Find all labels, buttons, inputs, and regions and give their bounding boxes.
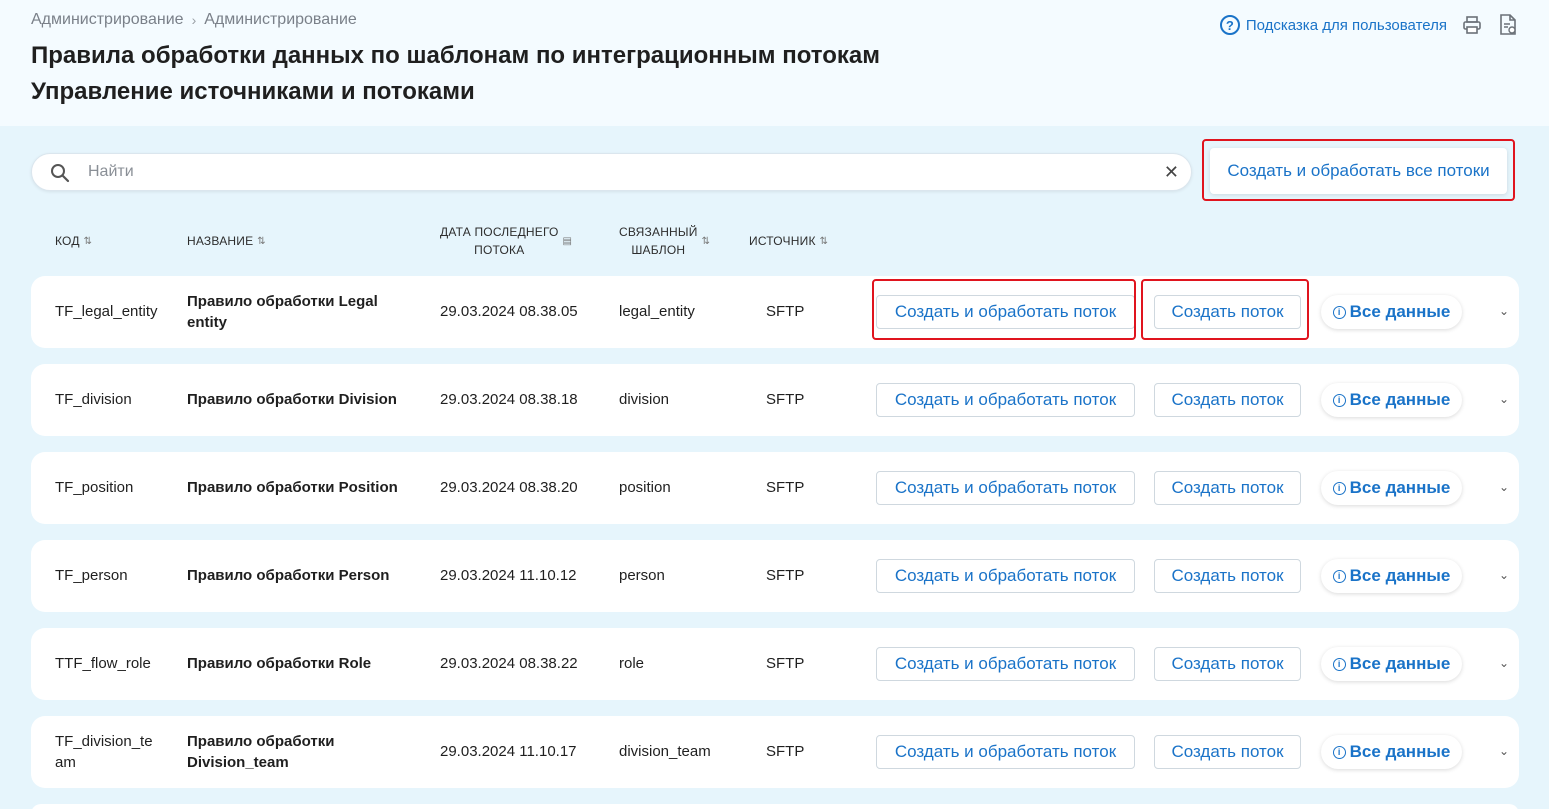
- info-icon: i: [1332, 305, 1346, 319]
- info-icon: i: [1332, 745, 1346, 759]
- cell-template: person: [619, 567, 665, 584]
- sort-icon: ⇅: [83, 235, 93, 247]
- cell-source: SFTP: [766, 567, 805, 584]
- info-icon: i: [1332, 393, 1346, 407]
- table-header: КОД ⇅ НАЗВАНИЕ ⇅ ДАТА ПОСЛЕДНЕГО ПОТОКА ▤ С…: [0, 218, 1549, 268]
- info-icon: i: [1332, 481, 1346, 495]
- cell-code: TF_position: [55, 479, 134, 496]
- cell-name: Правило обработки Division_team: [187, 733, 335, 771]
- all-data-button[interactable]: i Все данные: [1321, 735, 1462, 769]
- cell-name: Правило обработки Legal entity: [187, 293, 378, 331]
- help-icon: ?: [1219, 15, 1240, 35]
- help-label: Подсказка для пользователя: [1245, 16, 1447, 34]
- cell-name: Правило обработки Division: [187, 391, 397, 408]
- cell-name: Правило обработки Role: [187, 655, 372, 672]
- cell-template: division: [619, 391, 670, 408]
- print-icon[interactable]: [1461, 14, 1483, 36]
- cell-date: 29.03.2024 08.38.18: [440, 391, 578, 408]
- cell-template: legal_entity: [619, 303, 695, 320]
- cell-date: 29.03.2024 08.38.05: [440, 303, 578, 320]
- create-flow-button[interactable]: Создать поток: [1154, 735, 1301, 769]
- create-flow-button[interactable]: Создать поток: [1154, 647, 1301, 681]
- all-data-button[interactable]: i Все данные: [1321, 471, 1462, 505]
- chevron-down-icon[interactable]: ⌄: [1499, 656, 1509, 670]
- cell-source: SFTP: [766, 655, 805, 672]
- highlight-frame: [1141, 279, 1309, 340]
- sort-icon: ⇅: [819, 235, 829, 247]
- cell-code: TF_division: [55, 391, 132, 408]
- search-bar: ✕: [31, 153, 1192, 191]
- cell-source: SFTP: [766, 743, 805, 760]
- close-icon[interactable]: ✕: [1164, 162, 1179, 183]
- create-and-process-flow-button[interactable]: Создать и обработать поток: [876, 471, 1135, 505]
- all-data-button[interactable]: i Все данные: [1321, 559, 1462, 593]
- create-flow-button[interactable]: Создать поток: [1154, 383, 1301, 417]
- cell-template: division_team: [619, 743, 711, 760]
- table-row: TF_division Правило обработки Division 2…: [31, 364, 1519, 436]
- page-title-line2: Управление источниками и потоками: [31, 78, 475, 105]
- cell-name: Правило обработки Person: [187, 567, 390, 584]
- create-and-process-flow-button[interactable]: Создать и обработать поток: [876, 735, 1135, 769]
- cell-date: 29.03.2024 11.10.17: [440, 743, 577, 760]
- all-data-button[interactable]: i Все данные: [1321, 383, 1462, 417]
- cell-template: position: [619, 479, 671, 496]
- breadcrumb: Администрирование › Администрирование: [31, 11, 357, 29]
- all-data-button[interactable]: i Все данные: [1321, 295, 1462, 329]
- chevron-down-icon[interactable]: ⌄: [1499, 480, 1509, 494]
- search-icon: [50, 163, 70, 188]
- cell-code: TF_legal_entity: [55, 303, 158, 320]
- cell-template: role: [619, 655, 645, 672]
- create-flow-button[interactable]: Создать поток: [1154, 471, 1301, 505]
- info-icon: i: [1332, 657, 1346, 671]
- create-and-process-all-button[interactable]: Создать и обработать все потоки: [1210, 148, 1507, 194]
- page-title-line1: Правила обработки данных по шаблонам по …: [31, 42, 880, 69]
- document-export-icon[interactable]: [1497, 14, 1519, 36]
- column-header-date[interactable]: ДАТА ПОСЛЕДНЕГО ПОТОКА ▤: [440, 223, 572, 259]
- breadcrumb-item[interactable]: Администрирование: [204, 11, 357, 29]
- breadcrumb-item[interactable]: Администрирование: [31, 11, 184, 29]
- chevron-down-icon[interactable]: ⌄: [1499, 744, 1509, 758]
- cell-code: TF_division_te am: [55, 733, 153, 771]
- create-and-process-flow-button[interactable]: Создать и обработать поток: [876, 559, 1135, 593]
- table-row: TF_person Правило обработки Person 29.03…: [31, 540, 1519, 612]
- cell-source: SFTP: [766, 479, 805, 496]
- info-icon: i: [1332, 569, 1346, 583]
- column-header-name[interactable]: НАЗВАНИЕ ⇅: [187, 234, 266, 248]
- cell-code: TF_person: [55, 567, 128, 584]
- table-row: TTF_flow_role Правило обработки Role 29.…: [31, 628, 1519, 700]
- chevron-down-icon[interactable]: ⌄: [1499, 392, 1509, 406]
- column-header-template[interactable]: СВЯЗАННЫЙ ШАБЛОН ⇅: [619, 223, 710, 259]
- table-row: TF_position Правило обработки Position 2…: [31, 452, 1519, 524]
- cell-date: 29.03.2024 08.38.20: [440, 479, 578, 496]
- header-tools: ? Подсказка для пользователя: [1219, 14, 1519, 36]
- page-header: Администрирование › Администрирование Пр…: [0, 0, 1549, 126]
- highlight-frame: [872, 279, 1136, 340]
- search-input[interactable]: [88, 154, 1138, 190]
- page-title: Правила обработки данных по шаблонам по …: [31, 38, 880, 110]
- cell-date: 29.03.2024 11.10.12: [440, 567, 577, 584]
- chevron-down-icon[interactable]: ⌄: [1499, 568, 1509, 582]
- column-header-code[interactable]: КОД ⇅: [55, 234, 92, 248]
- chevron-down-icon[interactable]: ⌄: [1499, 304, 1509, 318]
- cell-source: SFTP: [766, 303, 805, 320]
- cell-date: 29.03.2024 08.38.22: [440, 655, 578, 672]
- cell-name: Правило обработки Position: [187, 479, 398, 496]
- cell-source: SFTP: [766, 391, 805, 408]
- all-data-button[interactable]: i Все данные: [1321, 647, 1462, 681]
- column-header-source[interactable]: ИСТОЧНИК ⇅: [749, 234, 828, 248]
- chevron-right-icon: ›: [191, 12, 197, 28]
- create-and-process-flow-button[interactable]: Создать и обработать поток: [876, 383, 1135, 417]
- table-row: TF_division_te am Правило обработки Divisi…: [31, 716, 1519, 788]
- create-flow-button[interactable]: Создать поток: [1154, 559, 1301, 593]
- sort-icon: ⇅: [257, 235, 266, 247]
- table-row: [31, 804, 1519, 809]
- help-link[interactable]: ? Подсказка для пользователя: [1219, 15, 1447, 35]
- cell-code: TTF_flow_role: [55, 655, 151, 672]
- sort-icon: ⇅: [701, 235, 711, 247]
- calendar-sort-icon: ▤: [562, 235, 573, 247]
- create-and-process-flow-button[interactable]: Создать и обработать поток: [876, 647, 1135, 681]
